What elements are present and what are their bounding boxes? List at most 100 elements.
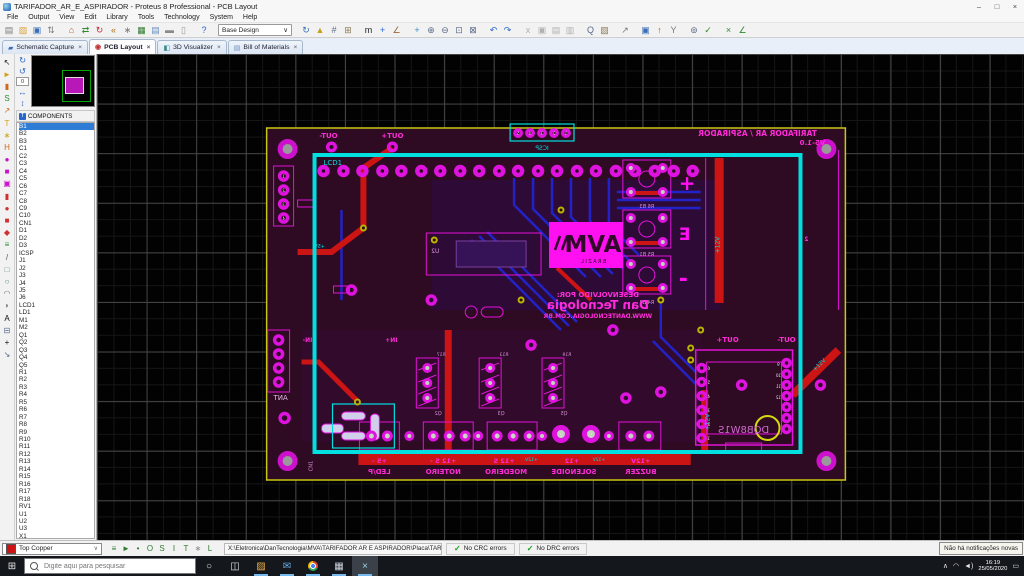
component-j1[interactable]: J1 xyxy=(19,257,94,264)
notification-center-icon[interactable]: ▭ xyxy=(1012,562,1019,570)
home-icon[interactable]: ⌂ xyxy=(65,24,78,37)
close-button[interactable]: × xyxy=(1006,0,1024,13)
selection-mode-icon[interactable]: ↖ xyxy=(1,56,13,68)
smd-rect-pad-icon[interactable]: ▮ xyxy=(1,190,13,202)
search-input[interactable] xyxy=(42,561,190,571)
component-u1[interactable]: U1 xyxy=(19,511,94,518)
import-icon[interactable]: ⇅ xyxy=(45,24,58,37)
component-j5[interactable]: J5 xyxy=(19,287,94,294)
component-b2[interactable]: B2 xyxy=(19,130,94,137)
minimize-button[interactable]: – xyxy=(970,0,988,13)
component-q3[interactable]: Q3 xyxy=(19,347,94,354)
menu-help[interactable]: Help xyxy=(238,14,262,21)
ratsnest-icon[interactable]: ▲ xyxy=(314,24,327,37)
find-icon[interactable]: Q xyxy=(584,24,597,37)
text-style-icon[interactable]: T xyxy=(180,543,192,555)
component-q5[interactable]: Q5 xyxy=(19,362,94,369)
block-copy-icon[interactable]: ▤ xyxy=(550,24,563,37)
symbol-icon[interactable]: ⊟ xyxy=(1,324,13,336)
pcb-canvas[interactable]: AVM BRAZIL LCD1 ICSP TARIFADOR AR / ASPI… xyxy=(97,54,1024,540)
text-2d-icon[interactable]: A xyxy=(1,312,13,324)
redraw-icon[interactable]: ↻ xyxy=(300,24,313,37)
rotate-ccw-button[interactable]: ↺ xyxy=(17,66,29,76)
component-r6[interactable]: R6 xyxy=(19,406,94,413)
compress-icon[interactable]: ⇄ xyxy=(79,24,92,37)
menu-system[interactable]: System xyxy=(205,14,238,21)
ibeam-icon[interactable]: I xyxy=(168,543,180,555)
tab-close-icon[interactable]: × xyxy=(294,44,298,51)
component-r8[interactable]: R8 xyxy=(19,421,94,428)
proteus-icon[interactable]: × xyxy=(352,556,378,576)
component-rv1[interactable]: RV1 xyxy=(19,503,94,510)
dimension-icon[interactable]: ↘ xyxy=(1,349,13,361)
metric-icon[interactable]: m xyxy=(362,24,375,37)
wizard-icon[interactable]: Y xyxy=(667,24,680,37)
package-mode-icon[interactable]: ▮ xyxy=(1,80,13,92)
component-icsp[interactable]: ICSP xyxy=(19,250,94,257)
rotate-cw-button[interactable]: ↻ xyxy=(17,55,29,65)
component-j3[interactable]: J3 xyxy=(19,272,94,279)
h-mirror-button[interactable]: ↔ xyxy=(17,87,29,97)
zone-mode-icon[interactable]: T xyxy=(1,117,13,129)
component-q1[interactable]: Q1 xyxy=(19,332,94,339)
loop-icon[interactable]: O xyxy=(144,543,156,555)
start-button[interactable]: ⊞ xyxy=(0,556,24,576)
trace-style-icon[interactable]: S xyxy=(156,543,168,555)
component-u3[interactable]: U3 xyxy=(19,525,94,532)
component-q4[interactable]: Q4 xyxy=(19,354,94,361)
chrome-icon[interactable]: ◉ xyxy=(300,556,326,576)
ratsnest-mode-icon[interactable]: ∗ xyxy=(1,129,13,141)
component-c6[interactable]: C6 xyxy=(19,183,94,190)
component-ld1[interactable]: LD1 xyxy=(19,309,94,316)
smd-round-pad-icon[interactable]: ● xyxy=(1,202,13,214)
component-r2[interactable]: R2 xyxy=(19,376,94,383)
component-c7[interactable]: C7 xyxy=(19,190,94,197)
new-document-icon[interactable]: ▤ xyxy=(3,24,16,37)
zoom-all-icon[interactable]: ⊠ xyxy=(467,24,480,37)
component-c2[interactable]: C2 xyxy=(19,153,94,160)
ic-body[interactable] xyxy=(455,240,527,268)
refresh-design-icon[interactable]: ↻ xyxy=(93,24,106,37)
component-cn1[interactable]: CN1 xyxy=(19,220,94,227)
component-d2[interactable]: D2 xyxy=(19,235,94,242)
component-c10[interactable]: C10 xyxy=(19,212,94,219)
maximize-button[interactable]: □ xyxy=(988,0,1006,13)
rotation-angle-input[interactable] xyxy=(16,77,29,86)
measure-icon[interactable]: ∠ xyxy=(736,24,749,37)
arc-icon[interactable]: ◠ xyxy=(1,288,13,300)
back-annotate-icon[interactable]: « xyxy=(107,24,120,37)
v-mirror-button[interactable]: ↕ xyxy=(17,98,29,108)
component-j2[interactable]: J2 xyxy=(19,265,94,272)
menu-tools[interactable]: Tools xyxy=(133,14,159,21)
volume-icon[interactable]: ◄) xyxy=(964,563,973,570)
tag-icon[interactable]: ▧ xyxy=(598,24,611,37)
path-icon[interactable]: ◗ xyxy=(1,300,13,312)
avm-logo[interactable]: AVM BRAZIL xyxy=(549,222,623,268)
tab-close-icon[interactable]: × xyxy=(217,44,221,51)
square-pad-icon[interactable]: ■ xyxy=(1,166,13,178)
component-r9[interactable]: R9 xyxy=(19,429,94,436)
strip-icon[interactable]: ▬ xyxy=(163,24,176,37)
document-icon[interactable]: ▯ xyxy=(177,24,190,37)
component-u2[interactable]: U2 xyxy=(19,518,94,525)
via-mode-icon[interactable]: ↗ xyxy=(1,105,13,117)
copy-icon[interactable]: ▣ xyxy=(536,24,549,37)
board-icon[interactable]: ▦ xyxy=(135,24,148,37)
component-r16[interactable]: R16 xyxy=(19,481,94,488)
component-c3[interactable]: C3 xyxy=(19,160,94,167)
grid-icon[interactable]: # xyxy=(328,24,341,37)
pcb-drawing[interactable]: AVM BRAZIL LCD1 ICSP TARIFADOR AR / ASPI… xyxy=(97,54,1024,540)
smd-polygon-pad-icon[interactable]: ◆ xyxy=(1,227,13,239)
star-icon[interactable]: ∗ xyxy=(192,543,204,555)
component-b3[interactable]: B3 xyxy=(19,138,94,145)
component-r13[interactable]: R13 xyxy=(19,458,94,465)
save-icon[interactable]: ▣ xyxy=(31,24,44,37)
component-r7[interactable]: R7 xyxy=(19,414,94,421)
undo-icon[interactable]: ↶ xyxy=(487,24,500,37)
component-b1[interactable]: B1 xyxy=(19,123,94,131)
cut-icon[interactable]: x xyxy=(522,24,535,37)
component-r17[interactable]: R17 xyxy=(19,488,94,495)
help-icon[interactable]: ? xyxy=(198,24,211,37)
search-components-icon[interactable]: ⊚ xyxy=(688,24,701,37)
zoom-out-icon[interactable]: ⊖ xyxy=(439,24,452,37)
